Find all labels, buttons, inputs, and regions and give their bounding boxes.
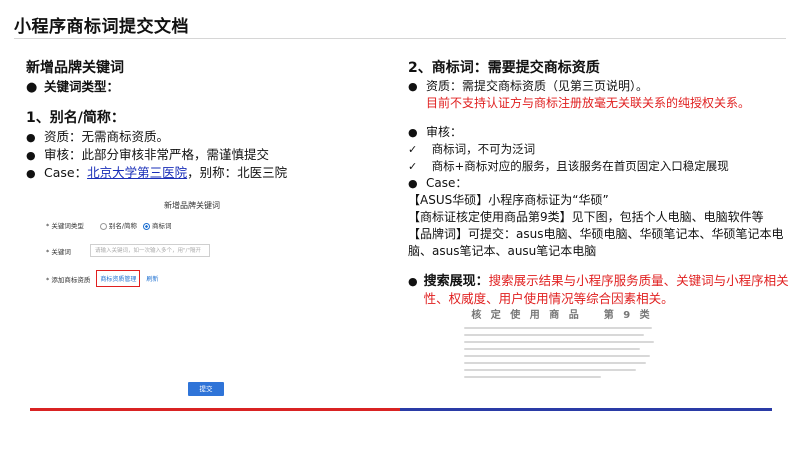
add-qual-label: * 添加商标资质 — [46, 275, 91, 284]
doc-heading: 核 定 使 用 商 品 第 9 类 — [452, 306, 672, 321]
qual-item: ● 资质：需提交商标资质（见第三页说明）。 — [408, 78, 798, 95]
check-text: 商标+商标对应的服务，且该服务在首页固定入口稳定展现 — [431, 159, 729, 173]
case-item: ● Case：北京大学第三医院，别称：北医三院 — [26, 164, 366, 182]
bullet-icon: ● — [26, 167, 36, 180]
case-prefix: Case： — [44, 165, 88, 180]
radio-brand-label: 商标词 — [152, 222, 172, 230]
alias-item-text: 审核：此部分审核非常严格，需谨慎提交 — [44, 147, 270, 162]
qual-text: 资质：需提交商标资质（见第三页说明）。 — [426, 79, 649, 93]
highlight-box: 商标资质管理 — [96, 270, 141, 287]
bullet-icon: ● — [408, 177, 418, 190]
case-line: 【商标证核定使用商品第9类】见下图，包括个人电脑、电脑软件等 — [408, 210, 764, 224]
doc-body-lines — [452, 327, 672, 378]
review-item: ● 审核： — [408, 124, 798, 141]
case-link[interactable]: 北京大学第三医院 — [87, 165, 187, 180]
footer-bar-red — [30, 408, 400, 411]
review-label: 审核： — [426, 125, 463, 139]
check-text: 商标词，不可为泛词 — [431, 142, 536, 156]
bullet-icon: ● — [26, 80, 38, 95]
radio-icon — [99, 222, 107, 230]
form-screenshot: 新增品牌关键词 * 关键词类型 别名/简称 商标词 * 关键词 请输入关键词，如… — [36, 196, 348, 406]
doc-head-text: 核 定 使 用 商 品 — [471, 310, 582, 321]
keyword-input[interactable]: 请输入关键词，如一次输入多个，用"/"隔开 — [90, 244, 210, 257]
left-column: 新增品牌关键词 ● 关键词类型： 1、别名/简称： ● 资质：无需商标资质。 ●… — [26, 58, 366, 182]
radio-alias-label: 别名/简称 — [108, 222, 138, 230]
form-row-qualification: * 添加商标资质 商标资质管理 刷新 — [46, 270, 158, 287]
keyword-type-label: 关键词类型： — [44, 79, 120, 94]
alias-item: ● 审核：此部分审核非常严格，需谨慎提交 — [26, 146, 366, 164]
search-label: 搜索展现： — [423, 274, 489, 289]
bullet-icon: ● — [26, 149, 36, 162]
right-column: 2、商标词：需要提交商标资质 ● 资质：需提交商标资质（见第三页说明）。 目前不… — [408, 58, 798, 307]
left-heading: 新增品牌关键词 — [26, 60, 124, 76]
check-icon: ✓ — [408, 160, 418, 173]
doc-class-number: 第 9 类 — [603, 310, 653, 321]
footer-bar-blue — [400, 408, 772, 411]
trademark-document-image: 核 定 使 用 商 品 第 9 类 — [452, 306, 672, 404]
bullet-icon: ● — [408, 275, 418, 288]
check-item: ✓ 商标词，不可为泛词 — [408, 141, 798, 158]
radio-brand[interactable]: 商标词 — [143, 220, 172, 230]
search-item: ● 搜索展现：搜索展示结果与小程序服务质量、关键词与小程序相关性、权威度、用户使… — [408, 272, 798, 307]
title-divider — [14, 38, 786, 39]
refresh-link[interactable]: 刷新 — [146, 274, 158, 283]
right-heading: 2、商标词：需要提交商标资质 — [408, 60, 600, 76]
form-title: 新增品牌关键词 — [164, 201, 220, 210]
qual-manage-link[interactable]: 商标资质管理 — [100, 276, 136, 283]
alias-heading: 1、别名/简称： — [26, 110, 125, 126]
radio-alias[interactable]: 别名/简称 — [99, 220, 138, 230]
case-suffix: ，别称：北医三院 — [187, 165, 288, 180]
keyword-label: * 关键词 — [46, 247, 71, 256]
form-row-type: * 关键词类型 别名/简称 商标词 — [46, 220, 172, 230]
submit-button[interactable]: 提交 — [188, 382, 224, 396]
type-label: * 关键词类型 — [46, 222, 84, 230]
bullet-icon: ● — [408, 126, 418, 139]
bullet-icon: ● — [408, 80, 418, 93]
check-item: ✓ 商标+商标对应的服务，且该服务在首页固定入口稳定展现 — [408, 158, 798, 175]
alias-item: ● 资质：无需商标资质。 — [26, 128, 366, 146]
keyword-type-item: ● 关键词类型： — [26, 78, 366, 96]
bullet-icon: ● — [26, 131, 36, 144]
case-line: 【ASUS华硕】小程序商标证为“华硕” — [408, 193, 609, 207]
alias-item-text: 资质：无需商标资质。 — [44, 129, 170, 144]
check-icon: ✓ — [408, 143, 418, 156]
case-label: Case： — [426, 176, 468, 190]
radio-checked-icon — [143, 222, 151, 230]
qual-note: 目前不支持认证方与商标注册放毫无关联关系的纯授权关系。 — [426, 96, 751, 110]
case-item: ● Case： — [408, 175, 798, 192]
page-title: 小程序商标词提交文档 — [14, 17, 189, 37]
case-line: 【品牌词】可提交：asus电脑、华硕电脑、华硕笔记本、华硕笔记本电脑、asus笔… — [408, 227, 784, 258]
form-row-keyword: * 关键词 请输入关键词，如一次输入多个，用"/"隔开 — [46, 244, 210, 257]
